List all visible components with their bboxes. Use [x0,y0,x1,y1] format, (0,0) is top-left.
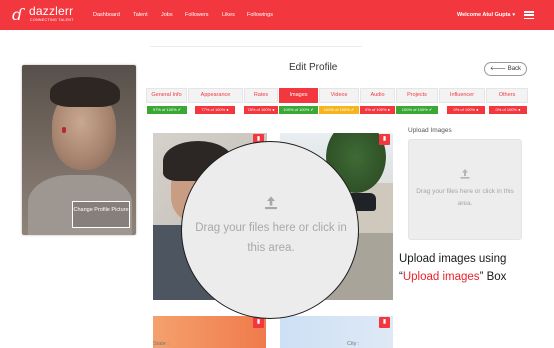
status-badge: 77% of 100%● [195,106,235,114]
status-badge: 0% of 100%● [489,106,527,114]
arrow-left-icon: 🡐 [489,66,508,72]
uploaded-image[interactable] [280,316,393,348]
upload-icon [460,169,470,179]
profile-picture: Change Profile Picture [22,65,136,235]
trash-icon[interactable]: ▮ [379,317,390,328]
back-button-label: Back [507,66,522,72]
magnified-dropzone-text: Drag your files here or click in this ar… [195,222,347,254]
top-navbar: ɗ dazzlerr CONNECTING TALENT Dashboard T… [0,0,554,30]
user-menu[interactable]: Welcome Atul Gupta ▾ [457,11,515,19]
change-profile-picture-button[interactable]: Change Profile Picture [72,201,130,228]
info-icon: ● [226,107,229,112]
nav-link-likes[interactable]: Likes [222,11,235,19]
tab-appearance[interactable]: Appearance [188,88,243,103]
check-icon: ✔ [177,107,182,112]
caption-line1: Upload images using [399,253,507,265]
tab-audio[interactable]: Audio [360,88,395,103]
hamburger-icon[interactable] [524,11,534,20]
check-icon: ✔ [428,107,433,112]
status-badge: 100% of 100%✔ [319,106,359,114]
back-button[interactable]: 🡐 Back [484,62,527,76]
nav-link-followings[interactable]: Followings [247,11,273,19]
status-badge: 100% of 100%✔ [279,106,318,114]
info-icon: ● [518,107,521,112]
tab-videos[interactable]: Videos [319,88,359,103]
magnified-dropzone: Drag your files here or click in this ar… [181,141,359,319]
caption-highlight: Upload images [402,271,480,283]
tutorial-caption: Upload images using “Upload images” Box [399,253,507,283]
tab-images[interactable]: Images [279,88,318,103]
header-divider [150,46,362,47]
logo[interactable]: ɗ dazzlerr CONNECTING TALENT [12,4,82,26]
info-icon: ● [387,107,390,112]
tab-others[interactable]: Others [486,88,528,103]
page-title: Edit Profile [289,62,338,73]
nav-link-jobs[interactable]: Jobs [161,11,173,19]
uploaded-image[interactable] [153,316,266,348]
nav-link-dashboard[interactable]: Dashboard [93,11,120,19]
nav-link-talent[interactable]: Talent [133,11,148,19]
city-label: City : [347,341,360,347]
logo-tagline: CONNECTING TALENT [30,18,74,22]
tab-general-info[interactable]: General Info [146,88,187,103]
logo-mark-icon: ɗ [12,5,23,24]
status-badge: 0% of 100%● [360,106,395,114]
tab-projects[interactable]: Projects [396,88,438,103]
welcome-text: Welcome Atul Gupta [457,12,511,18]
trash-icon[interactable]: ▮ [379,134,390,145]
upload-icon [265,196,277,210]
state-label: State : [153,341,169,347]
info-icon: ● [476,107,479,112]
tab-influencer[interactable]: Influencer [439,88,485,103]
status-badge: 100% of 100%✔ [396,106,438,114]
dropzone-text: Drag your files here or click in this ar… [416,188,514,207]
tab-rates[interactable]: Rates [244,88,278,103]
info-icon: ● [272,107,275,112]
status-badge: 78% of 100%● [244,106,278,114]
status-badge: 97% of 100%✔ [147,106,187,114]
chevron-down-icon: ▾ [512,12,515,18]
status-badge: 0% of 100%● [447,106,485,114]
upload-dropzone[interactable]: Drag your files here or click in this ar… [408,139,522,240]
nav-link-followers[interactable]: Followers [185,11,209,19]
logo-name: dazzlerr [29,4,74,18]
upload-images-title: Upload Images [408,127,452,134]
check-icon: ✔ [350,107,355,112]
check-icon: ✔ [310,107,314,112]
